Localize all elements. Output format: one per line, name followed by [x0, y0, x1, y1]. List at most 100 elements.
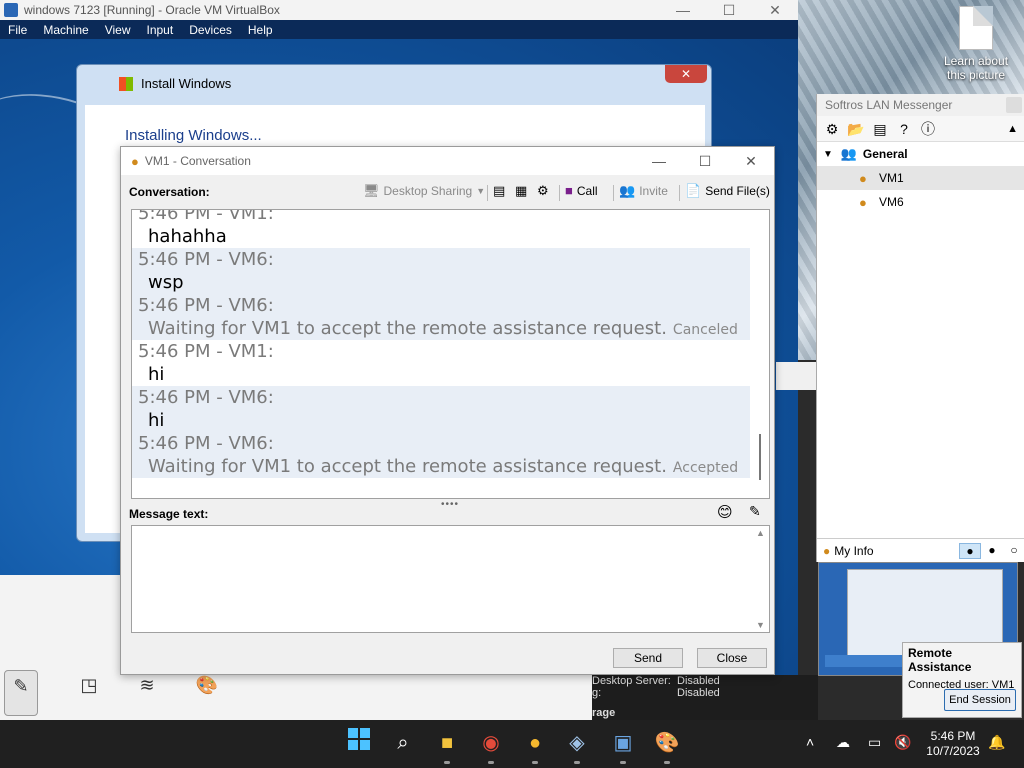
conversation-titlebar: ● VM1 - Conversation — ☐ ✕	[121, 147, 774, 175]
shapes-tool-icon[interactable]: ◳	[72, 670, 106, 716]
search-icon[interactable]: ⌕	[388, 728, 418, 758]
paint-taskbar-icon[interactable]: 🎨	[652, 728, 682, 764]
close-button[interactable]: Close	[697, 648, 767, 668]
menu-devices[interactable]: Devices	[181, 23, 240, 37]
desktop-sharing-button[interactable]: 🖥 Desktop Sharing ▼	[363, 183, 485, 199]
help-icon[interactable]: ?	[895, 120, 913, 138]
collapse-up-icon[interactable]: ▲	[1007, 123, 1018, 135]
chevron-down-icon[interactable]: ▼	[823, 149, 833, 160]
taskbar-clock[interactable]: 5:46 PM 10/7/2023	[920, 729, 986, 759]
prop-label-2: g:	[592, 687, 602, 699]
info-icon[interactable]: ⓘ	[919, 120, 937, 138]
send-files-label: Send File(s)	[705, 184, 770, 198]
installing-heading: Installing Windows...	[125, 127, 262, 144]
message-header: 5:46 PM - VM6:	[138, 295, 274, 316]
send-files-button[interactable]: 📄 Send File(s)	[685, 183, 770, 199]
menu-view[interactable]: View	[97, 23, 139, 37]
folder-icon[interactable]: 📂	[847, 120, 865, 138]
minimize-icon[interactable]: —	[636, 153, 682, 170]
history-icon[interactable]: ▤	[871, 120, 889, 138]
contact-vm1[interactable]: ● VM1	[817, 166, 1024, 190]
messenger-title: Softros LAN Messenger	[825, 98, 953, 112]
close-icon[interactable]: ✕	[752, 2, 798, 19]
install-close-button[interactable]: ✕	[665, 65, 707, 83]
format-text-icon[interactable]: ✎	[749, 503, 761, 520]
emoji-icon[interactable]: 😊	[717, 503, 733, 521]
message-body: Waiting for VM1 to accept the remote ass…	[138, 317, 750, 340]
prop-value-2: Disabled	[677, 687, 720, 699]
message-text: Waiting for VM1 to accept the remote ass…	[148, 456, 667, 477]
file-icon	[959, 6, 993, 50]
virtualbox-title: windows 7123 [Running] - Oracle VM Virtu…	[24, 3, 280, 17]
maximize-icon[interactable]: ☐	[706, 2, 752, 19]
virtualbox-menubar: File Machine View Input Devices Help	[0, 20, 798, 39]
pen-tool-icon[interactable]: ✎	[4, 670, 38, 716]
status-offline-icon[interactable]: ○	[1003, 543, 1024, 559]
document-icon: ▦	[515, 183, 528, 198]
scroll-up-icon[interactable]: ▲	[756, 528, 765, 538]
message-header: 5:46 PM - VM6:	[138, 387, 274, 408]
messenger-close-icon[interactable]	[1006, 97, 1022, 113]
request-status: Canceled	[672, 322, 738, 338]
group-general[interactable]: ▼ 👥 General	[817, 142, 1024, 166]
chat-message: 5:46 PM - VM1: hahahha	[132, 210, 750, 248]
settings-icon[interactable]: ⚙	[823, 120, 841, 138]
request-status: Accepted	[672, 460, 739, 476]
start-windows-icon[interactable]	[344, 728, 374, 758]
desktop-icon-learn-about-picture[interactable]: Learn about this picture	[940, 6, 1012, 82]
messenger-taskbar-icon[interactable]: ●	[520, 728, 550, 764]
toolbar-separator	[559, 185, 560, 201]
show-hidden-icons-icon[interactable]: ˄	[806, 734, 814, 750]
status-online-icon[interactable]: ●	[959, 542, 981, 559]
network-icon[interactable]: ▭	[868, 734, 881, 751]
history-scrollbar[interactable]	[751, 210, 769, 498]
desktop-sharing-label: Desktop Sharing	[383, 184, 473, 198]
input-scrollbar[interactable]: ▲ ▼	[751, 526, 769, 632]
virtualbox-titlebar: windows 7123 [Running] - Oracle VM Virtu…	[0, 0, 798, 20]
scrollbar-thumb[interactable]	[759, 434, 761, 480]
palette-icon[interactable]: 🎨	[190, 670, 224, 716]
user-icon: ●	[131, 153, 139, 169]
invite-button[interactable]: 👥 Invite	[619, 183, 668, 199]
chrome-icon[interactable]: ◉	[476, 728, 506, 764]
menu-file[interactable]: File	[0, 23, 35, 37]
running-indicator	[488, 761, 494, 764]
invite-users-icon: 👥	[619, 183, 636, 198]
message-body: Waiting for VM1 to accept the remote ass…	[138, 455, 750, 478]
desktop-icon-label: Learn about this picture	[943, 54, 1009, 82]
conversation-history[interactable]: 5:46 PM - VM1: hahahha 5:46 PM - VM6: wsp 5:…	[131, 209, 770, 499]
vm-taskbar-icon[interactable]: ▣	[608, 728, 638, 764]
virtualbox-taskbar-icon[interactable]: ◈	[562, 728, 592, 764]
volume-muted-icon[interactable]: 🔇	[894, 734, 911, 751]
pane-splitter[interactable]: ••••	[441, 499, 459, 510]
clock-time: 5:46 PM	[930, 729, 976, 743]
guest-properties-panel: Desktop Server: Disabled g: Disabled rag…	[592, 675, 818, 720]
minimize-icon[interactable]: —	[660, 2, 706, 19]
log-button[interactable]: ▦	[515, 183, 531, 199]
call-button[interactable]: ■ Call	[565, 183, 598, 198]
contact-vm6[interactable]: ● VM6	[817, 190, 1024, 214]
maximize-icon[interactable]: ☐	[682, 153, 728, 170]
menu-machine[interactable]: Machine	[35, 23, 96, 37]
close-icon[interactable]: ✕	[728, 153, 774, 170]
chat-message: 5:46 PM - VM6: hi	[132, 386, 750, 432]
line-weight-icon[interactable]: ≋	[130, 670, 164, 716]
toolbar-separator	[613, 185, 614, 201]
send-button[interactable]: Send	[613, 648, 683, 668]
message-input[interactable]	[132, 526, 752, 630]
settings-button[interactable]: ⚙	[537, 183, 553, 199]
history-button[interactable]: ▤	[493, 183, 509, 199]
message-body: hahahha	[138, 225, 750, 248]
file-explorer-icon[interactable]: ■	[432, 728, 462, 764]
conversation-title: VM1 - Conversation	[144, 154, 251, 168]
my-info-link[interactable]: My Info	[834, 544, 873, 558]
status-away-icon[interactable]: ●	[981, 543, 1003, 559]
onedrive-cloud-icon[interactable]: ☁	[836, 734, 850, 751]
menu-help[interactable]: Help	[240, 23, 281, 37]
notification-bell-icon[interactable]: 🔔	[988, 734, 1005, 751]
remote-assistance-title: Remote Assistance	[908, 646, 972, 674]
running-indicator	[444, 761, 450, 764]
end-session-button[interactable]: End Session	[944, 689, 1016, 711]
scroll-down-icon[interactable]: ▼	[756, 620, 765, 630]
menu-input[interactable]: Input	[139, 23, 182, 37]
